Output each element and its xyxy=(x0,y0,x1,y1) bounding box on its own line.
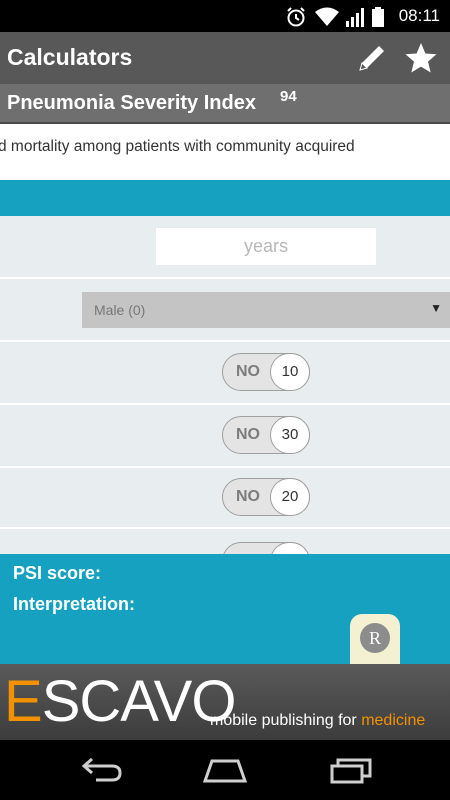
reference-r-icon: R xyxy=(360,623,390,653)
back-icon[interactable] xyxy=(76,754,126,786)
section-header-band xyxy=(0,180,450,216)
sex-select-value: Male (0) xyxy=(94,302,146,318)
escavo-logo: ESCAVO xyxy=(4,669,236,734)
toggle-row: NO 20 xyxy=(0,468,450,529)
toggle-row: NO 10 xyxy=(0,342,450,405)
escavo-banner[interactable]: ESCAVO mobile publishing for medicine xyxy=(0,664,450,740)
toggle-points: 20 xyxy=(270,478,310,516)
dropdown-arrow-icon: ▼ xyxy=(430,301,442,315)
age-row xyxy=(0,216,450,279)
toggle-row: NO 30 xyxy=(0,405,450,468)
sex-row: Male (0) ▼ xyxy=(0,279,450,342)
toggle-off-label: NO xyxy=(236,488,260,505)
result-panel: PSI score: Interpretation: R xyxy=(0,554,450,664)
favorite-star-icon[interactable] xyxy=(403,40,439,76)
app-title: Calculators xyxy=(7,44,133,70)
toggle-switch[interactable]: NO xyxy=(222,542,310,554)
toggle-switch[interactable]: NO 20 xyxy=(222,478,310,516)
description-text: d mortality among patients with communit… xyxy=(0,138,355,155)
form-rows: Male (0) ▼ NO 10 NO 30 NO 20 NO xyxy=(0,216,450,554)
toggle-off-label: NO xyxy=(236,426,260,443)
battery-icon xyxy=(372,7,384,27)
calculator-title-bar: Pneumonia Severity Index 94 xyxy=(0,84,450,124)
wifi-icon xyxy=(315,7,339,26)
sex-select[interactable]: Male (0) ▼ xyxy=(82,292,450,328)
description-panel: d mortality among patients with communit… xyxy=(0,124,450,180)
recent-apps-icon[interactable] xyxy=(327,754,377,786)
status-bar: 08:11 xyxy=(0,0,450,32)
signal-icon xyxy=(346,8,364,27)
reference-badge[interactable]: R xyxy=(350,614,400,664)
home-icon[interactable] xyxy=(200,754,250,786)
banner-tagline: mobile publishing for medicine xyxy=(210,712,426,729)
psi-score-label: PSI score: xyxy=(13,563,102,583)
toggle-points: 30 xyxy=(270,416,310,454)
edit-pencil-icon[interactable] xyxy=(354,40,390,76)
toggle-switch[interactable]: NO 10 xyxy=(222,353,310,391)
app-bar: Calculators xyxy=(0,32,450,84)
navigation-bar xyxy=(0,740,450,800)
toggle-off-label: NO xyxy=(236,363,260,380)
calculator-title: Pneumonia Severity Index xyxy=(7,92,256,114)
age-input[interactable] xyxy=(156,228,376,265)
toggle-points xyxy=(270,542,310,554)
toggle-switch[interactable]: NO 30 xyxy=(222,416,310,454)
calculator-version: 94 xyxy=(280,88,297,105)
alarm-icon xyxy=(287,7,305,27)
toggle-points: 10 xyxy=(270,353,310,391)
toggle-row: NO xyxy=(0,529,450,554)
status-time: 08:11 xyxy=(398,6,440,25)
interpretation-label: Interpretation: xyxy=(13,594,136,614)
